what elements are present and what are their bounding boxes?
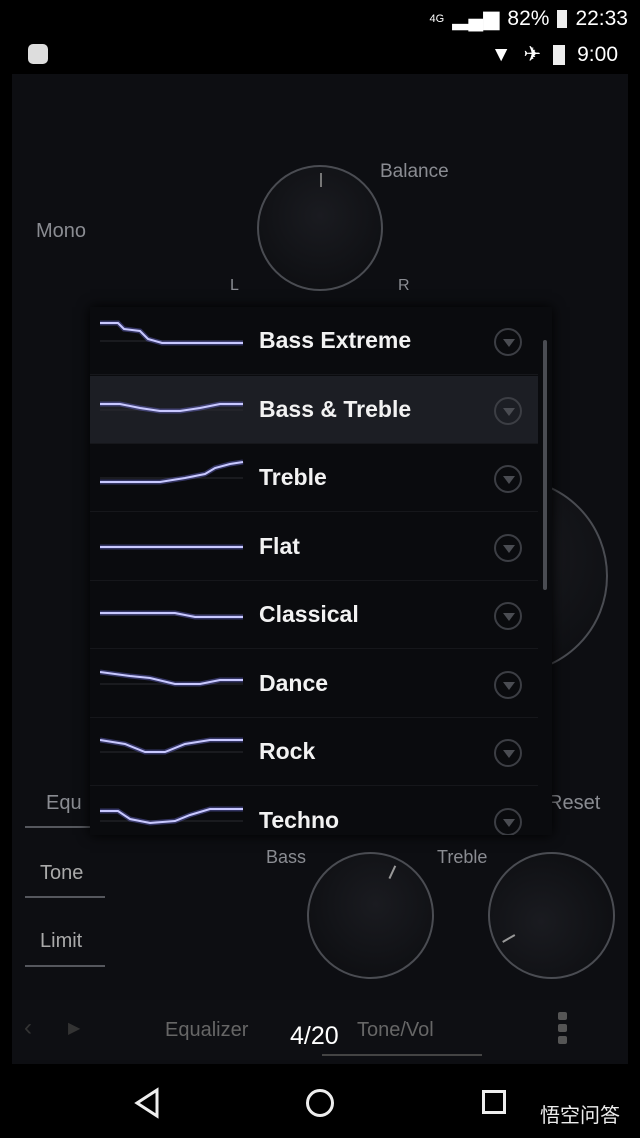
eq-curve-icon: [100, 459, 244, 485]
tab-limit[interactable]: Limit: [40, 930, 82, 953]
left-label: L: [230, 277, 239, 294]
tab-equalizer[interactable]: Equ: [46, 792, 82, 815]
tab-tone-vol[interactable]: Tone/Vol: [357, 1019, 434, 1042]
back-icon[interactable]: [133, 1087, 161, 1119]
preset-item[interactable]: Treble: [90, 444, 538, 512]
preset-item[interactable]: Bass Extreme: [90, 307, 538, 375]
divider: [25, 965, 105, 967]
preset-item[interactable]: Dance: [90, 650, 538, 718]
preset-name: Classical: [259, 601, 359, 627]
dropdown-arrow-icon[interactable]: [494, 807, 522, 835]
dropdown-arrow-icon[interactable]: [494, 328, 522, 356]
preset-item[interactable]: Rock: [90, 718, 538, 786]
prev-icon[interactable]: ‹: [24, 1014, 32, 1042]
preset-item[interactable]: Techno: [90, 787, 538, 835]
balance-knob[interactable]: [257, 165, 383, 291]
signal-icon: ▂▄▆: [452, 7, 500, 30]
battery-icon: [557, 9, 568, 28]
status-bar-secondary: ▼ ✈ 9:00: [491, 42, 618, 67]
treble-label: Treble: [437, 847, 488, 867]
dropdown-arrow-icon[interactable]: [494, 602, 522, 630]
android-icon: [28, 44, 48, 64]
recents-icon[interactable]: [482, 1090, 506, 1114]
preset-name: Bass & Treble: [259, 395, 412, 422]
dropdown-arrow-icon[interactable]: [494, 670, 522, 699]
preset-name: Rock: [259, 738, 316, 764]
divider: [25, 896, 105, 898]
preset-name: Flat: [259, 532, 300, 559]
bass-label: Bass: [266, 847, 307, 867]
knob-indicator: [388, 865, 396, 879]
eq-curve-icon: [100, 320, 243, 346]
preset-item[interactable]: Flat: [90, 513, 538, 581]
knob-indicator: [502, 934, 516, 944]
home-icon[interactable]: [306, 1089, 334, 1117]
preset-item[interactable]: Classical: [90, 581, 538, 649]
navigation-bar: 悟空问答: [0, 1065, 640, 1138]
dropdown-arrow-icon[interactable]: [494, 533, 522, 562]
dropdown-arrow-icon[interactable]: [494, 465, 522, 493]
tab-tone[interactable]: Tone: [40, 862, 83, 885]
clock-secondary: 9:00: [577, 42, 618, 66]
mono-label[interactable]: Mono: [36, 220, 86, 243]
play-icon[interactable]: ▶: [68, 1018, 80, 1038]
preset-item[interactable]: Bass & Treble: [90, 375, 538, 444]
dropdown-arrow-icon[interactable]: [494, 739, 522, 767]
eq-curve-icon: [100, 401, 243, 413]
preset-name: Bass Extreme: [259, 327, 412, 353]
network-label: 4G: [429, 12, 445, 25]
knob-indicator: [320, 173, 322, 187]
battery-charging-icon: [553, 44, 566, 65]
clock: 22:33: [575, 6, 628, 30]
more-menu-icon[interactable]: [558, 1012, 567, 1044]
preset-name: Dance: [259, 669, 329, 696]
scrollbar[interactable]: [543, 340, 547, 590]
preset-name: Treble: [259, 464, 327, 490]
active-tab-indicator: [322, 1054, 482, 1056]
watermark: 悟空问答: [540, 1105, 620, 1127]
reset-button[interactable]: Reset: [548, 792, 600, 815]
dropdown-arrow-icon[interactable]: [494, 396, 522, 425]
eq-curve-icon: [100, 669, 243, 686]
airplane-icon: ✈: [523, 43, 542, 66]
eq-curve-icon: [100, 737, 243, 755]
preset-name: Techno: [259, 806, 340, 833]
status-bar-top: 4G ▂▄▆ 82% 22:33: [430, 6, 628, 31]
right-label: R: [398, 277, 410, 294]
eq-curve-icon: [100, 806, 243, 826]
battery-percent: 82%: [507, 6, 550, 30]
wifi-icon: ▼: [490, 42, 512, 66]
page-indicator: 4/20: [290, 1022, 339, 1050]
preset-dialog: Bass Extreme Bass & Treble Treble Flat C…: [90, 307, 552, 835]
balance-label: Balance: [380, 161, 449, 182]
eq-curve-icon: [100, 610, 243, 620]
tab-equalizer-bottom[interactable]: Equalizer: [165, 1019, 248, 1042]
eq-curve-icon: [100, 544, 243, 549]
